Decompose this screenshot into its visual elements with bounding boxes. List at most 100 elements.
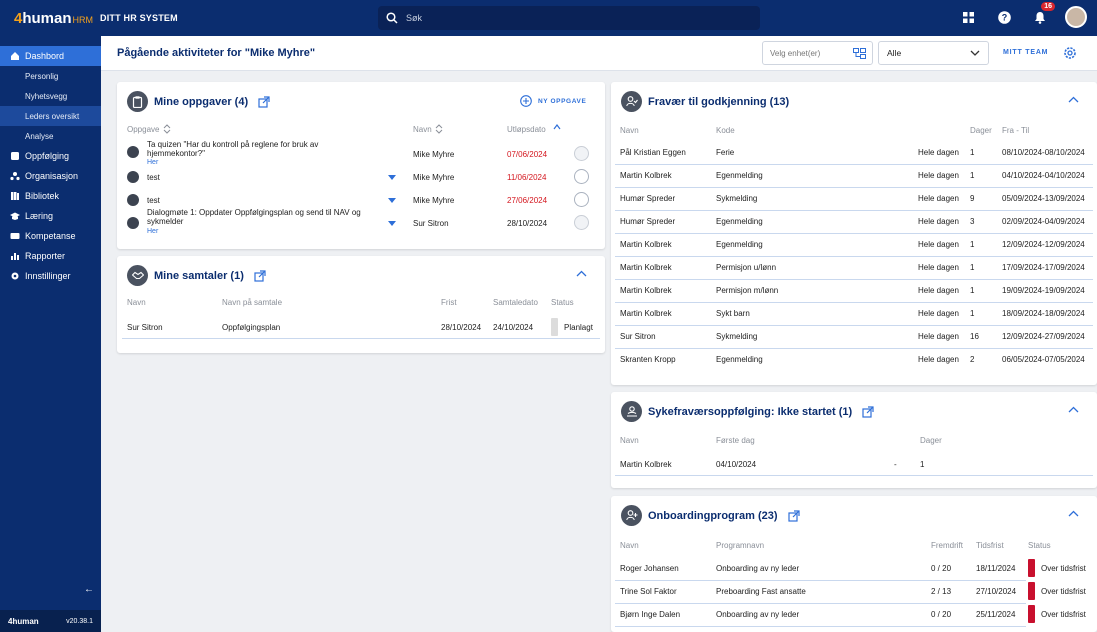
- external-link-icon[interactable]: [862, 405, 874, 418]
- row-divider: [615, 475, 1093, 476]
- absence-code: Egenmelding: [716, 355, 763, 364]
- absence-employee[interactable]: Martin Kolbrek: [620, 171, 672, 180]
- absence-employee[interactable]: Martin Kolbrek: [620, 240, 672, 249]
- row-divider: [615, 348, 1093, 349]
- my-team-button[interactable]: MITT TEAM: [1003, 49, 1048, 56]
- sidebar-item-label: Kompetanse: [25, 231, 76, 241]
- sidebar: Dashbord Personlig Nyhetsvegg Leders ove…: [0, 36, 101, 632]
- absence-employee[interactable]: Martin Kolbrek: [620, 286, 672, 295]
- external-link-icon[interactable]: [254, 269, 266, 282]
- column-header-name[interactable]: Navn: [413, 125, 432, 134]
- collapse-chevron-icon[interactable]: [1068, 510, 1079, 517]
- task-link[interactable]: Her: [147, 228, 158, 235]
- expand-caret-icon[interactable]: [388, 198, 396, 203]
- sidebar-subitem-manager-overview[interactable]: Leders oversikt: [0, 106, 101, 126]
- absence-code: Permisjon u/lønn: [716, 263, 777, 272]
- absence-employee[interactable]: Pål Kristian Eggen: [620, 148, 686, 157]
- talk-employee[interactable]: Sur Sitron: [127, 323, 163, 332]
- absence-employee[interactable]: Martin Kolbrek: [620, 263, 672, 272]
- sidebar-item-reports[interactable]: Rapporter: [0, 246, 101, 266]
- sidebar-item-organization[interactable]: Organisasjon: [0, 166, 101, 186]
- task-title[interactable]: Dialogmøte 1: Oppdater Oppfølgingsplan o…: [147, 208, 375, 226]
- external-link-icon[interactable]: [258, 95, 270, 108]
- person-add-icon: [621, 505, 642, 526]
- column-header-due-date[interactable]: Utløpsdato: [507, 125, 546, 134]
- task-complete-checkbox[interactable]: [574, 146, 589, 161]
- expand-caret-icon[interactable]: [388, 221, 396, 226]
- task-title[interactable]: test: [147, 196, 160, 205]
- logo-suffix: HRM: [72, 15, 94, 25]
- collapse-chevron-icon[interactable]: [1068, 406, 1079, 413]
- column-header-task[interactable]: Oppgave: [127, 125, 159, 134]
- apps-grid-icon[interactable]: [957, 6, 979, 28]
- talk-title[interactable]: Oppfølgingsplan: [222, 323, 280, 332]
- collapse-chevron-icon[interactable]: [1068, 96, 1079, 103]
- user-avatar[interactable]: [1065, 6, 1087, 28]
- absence-employee[interactable]: Skranten Kropp: [620, 355, 676, 364]
- column-header-status: Status: [551, 298, 574, 307]
- absence-type: Hele dagen: [918, 309, 959, 318]
- sidebar-subitem-newsfeed[interactable]: Nyhetsvegg: [0, 86, 101, 106]
- absence-employee[interactable]: Martin Kolbrek: [620, 309, 672, 318]
- absence-days: 3: [970, 217, 975, 226]
- sidebar-item-settings[interactable]: Innstillinger: [0, 266, 101, 286]
- column-header-talk-name: Navn på samtale: [222, 298, 283, 307]
- task-link[interactable]: Her: [147, 159, 158, 166]
- sidebar-item-competence[interactable]: Kompetanse: [0, 226, 101, 246]
- unit-select[interactable]: Velg enhet(er): [762, 41, 873, 65]
- gear-icon[interactable]: [1063, 46, 1077, 60]
- external-link-icon[interactable]: [787, 509, 800, 522]
- new-task-label: NY OPPGAVE: [538, 97, 587, 105]
- home-icon: [11, 52, 19, 60]
- help-icon[interactable]: ?: [993, 6, 1015, 28]
- competence-icon: [10, 233, 20, 239]
- task-complete-checkbox[interactable]: [574, 169, 589, 184]
- new-task-button[interactable]: NY OPPGAVE: [520, 95, 586, 107]
- reports-icon: [11, 253, 19, 260]
- task-assignee: Mike Myhre: [413, 196, 455, 205]
- task-complete-checkbox[interactable]: [574, 215, 589, 230]
- absence-employee[interactable]: Humør Spreder: [620, 194, 675, 203]
- absence-code: Egenmelding: [716, 171, 763, 180]
- sidebar-item-library[interactable]: Bibliotek: [0, 186, 101, 206]
- sidebar-item-follow-up[interactable]: Oppfølging: [0, 146, 101, 166]
- task-title[interactable]: Ta quizen "Har du kontroll på reglene fo…: [147, 140, 347, 158]
- onboarding-program[interactable]: Onboarding av ny leder: [716, 610, 799, 619]
- search-input[interactable]: Søk: [378, 6, 760, 30]
- sidebar-item-label: Rapporter: [25, 251, 66, 261]
- sidebar-item-label: Bibliotek: [25, 191, 60, 201]
- absence-code: Egenmelding: [716, 217, 763, 226]
- sidebar-item-learning[interactable]: Læring: [0, 206, 101, 226]
- status-indicator: [1028, 582, 1035, 600]
- sort-icon[interactable]: [435, 124, 443, 134]
- onboarding-employee[interactable]: Trine Sol Faktor: [620, 587, 677, 596]
- task-title[interactable]: test: [147, 173, 160, 182]
- sick-employee[interactable]: Martin Kolbrek: [620, 460, 672, 469]
- sidebar-subitem-analysis[interactable]: Analyse: [0, 126, 101, 146]
- task-complete-checkbox[interactable]: [574, 192, 589, 207]
- onboarding-program[interactable]: Onboarding av ny leder: [716, 564, 799, 573]
- task-due-date: 11/06/2024: [507, 173, 547, 182]
- onboarding-employee[interactable]: Roger Johansen: [620, 564, 679, 573]
- absence-employee[interactable]: Sur Sitron: [620, 332, 656, 341]
- sidebar-subitem-personal[interactable]: Personlig: [0, 66, 101, 86]
- collapse-chevron-icon[interactable]: [576, 270, 587, 277]
- row-divider: [122, 338, 600, 339]
- app-logo[interactable]: 4 human HRM: [14, 10, 93, 27]
- notifications-bell-icon[interactable]: 16: [1029, 2, 1055, 28]
- onboarding-employee[interactable]: Bjørn Inge Dalen: [620, 610, 680, 619]
- talks-card-title: Mine samtaler (1): [154, 269, 244, 282]
- onboarding-program[interactable]: Preboarding Fast ansatte: [716, 587, 806, 596]
- absence-code: Permisjon m/lønn: [716, 286, 779, 295]
- sidebar-item-dashboard[interactable]: Dashbord: [0, 46, 101, 66]
- absence-days: 1: [970, 240, 975, 249]
- column-header-name: Navn: [620, 541, 639, 550]
- organization-icon: [10, 172, 20, 181]
- sort-asc-icon[interactable]: [553, 124, 561, 130]
- collapse-sidebar-arrow-icon[interactable]: ←: [84, 584, 94, 595]
- sort-icon[interactable]: [163, 124, 171, 134]
- expand-caret-icon[interactable]: [388, 175, 396, 180]
- absence-employee[interactable]: Humør Spreder: [620, 217, 675, 226]
- column-header-deadline: Frist: [441, 298, 457, 307]
- filter-select[interactable]: Alle: [878, 41, 989, 65]
